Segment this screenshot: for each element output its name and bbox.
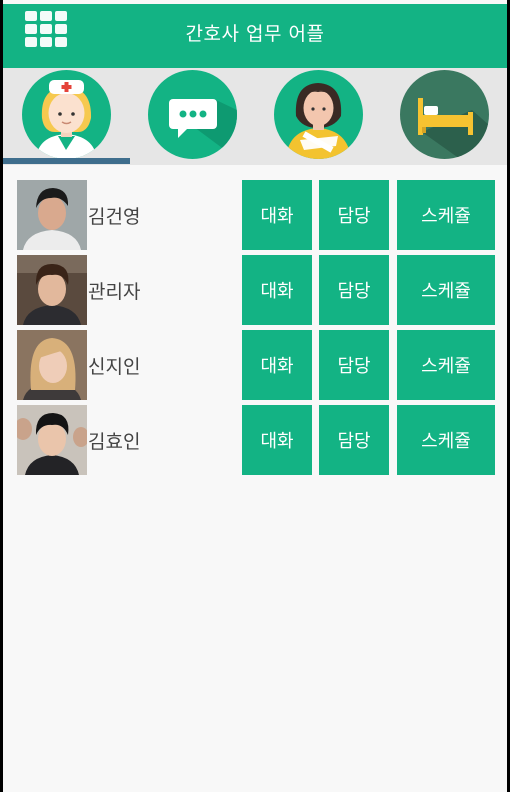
schedule-button[interactable]: 스케쥴 — [397, 180, 495, 250]
tab-nurse[interactable] — [3, 68, 130, 165]
app-screen: 간호사 업무 어플 김건영 대화 담당 스케쥴 관리자 대화 담당 스케쥴 신지… — [3, 0, 507, 792]
avatar[interactable] — [17, 255, 87, 325]
chat-bubble-icon — [148, 70, 237, 159]
schedule-button[interactable]: 스케쥴 — [397, 330, 495, 400]
staff-name: 김건영 — [88, 206, 141, 228]
charge-button[interactable]: 담당 — [319, 330, 389, 400]
tab-bar — [3, 68, 507, 165]
charge-button[interactable]: 담당 — [319, 405, 389, 475]
staff-name: 신지인 — [88, 356, 141, 378]
staff-name: 관리자 — [88, 281, 141, 303]
tab-bed[interactable] — [381, 68, 507, 165]
staff-row: 김효인 대화 담당 스케쥴 — [17, 405, 497, 475]
avatar[interactable] — [17, 180, 87, 250]
app-bar: 간호사 업무 어플 — [3, 4, 507, 68]
staff-row: 김건영 대화 담당 스케쥴 — [17, 180, 497, 250]
patient-icon — [274, 70, 363, 159]
chat-button[interactable]: 대화 — [242, 330, 312, 400]
tab-chat[interactable] — [129, 68, 255, 165]
nurse-icon — [22, 70, 111, 159]
staff-list: 김건영 대화 담당 스케쥴 관리자 대화 담당 스케쥴 신지인 대화 담당 스케… — [17, 180, 497, 480]
avatar[interactable] — [17, 405, 87, 475]
chat-button[interactable]: 대화 — [242, 180, 312, 250]
charge-button[interactable]: 담당 — [319, 180, 389, 250]
schedule-button[interactable]: 스케쥴 — [397, 255, 495, 325]
avatar[interactable] — [17, 330, 87, 400]
staff-row: 신지인 대화 담당 스케쥴 — [17, 330, 497, 400]
bed-icon — [400, 70, 489, 159]
schedule-button[interactable]: 스케쥴 — [397, 405, 495, 475]
chat-button[interactable]: 대화 — [242, 405, 312, 475]
app-title: 간호사 업무 어플 — [185, 23, 325, 45]
tab-patient[interactable] — [255, 68, 381, 165]
staff-row: 관리자 대화 담당 스케쥴 — [17, 255, 497, 325]
staff-name: 김효인 — [88, 431, 141, 453]
chat-button[interactable]: 대화 — [242, 255, 312, 325]
selected-tab-indicator — [3, 158, 130, 164]
charge-button[interactable]: 담당 — [319, 255, 389, 325]
